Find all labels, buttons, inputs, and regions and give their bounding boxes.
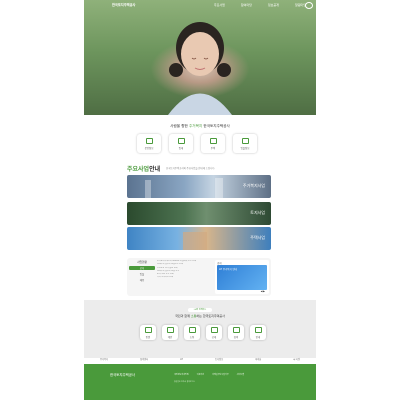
banner-label: 주거복지사업 — [242, 183, 265, 188]
participation-button[interactable]: 공개 — [206, 325, 222, 340]
footer-link[interactable]: 이용약관 — [197, 373, 204, 376]
quick-link-label: 주택 — [210, 146, 216, 150]
info-panel: 사업현황 공지 입찰 채용 한국토지주택공사 2023년 사업계획 공고 안내 … — [127, 258, 271, 296]
partner-logo[interactable]: 토지정보 — [215, 357, 223, 361]
quick-link-button[interactable]: 임대 — [169, 134, 193, 153]
menu-item[interactable]: 참여마당 — [241, 3, 252, 7]
footer: 한국토지주택공사 개인정보처리방침 이용약관 이메일무단수집거부 사이트맵 경상… — [84, 364, 316, 400]
banner-housing[interactable]: 주택사업 — [127, 227, 271, 250]
footer-address: 경상남도 진주시 충의로 19 — [174, 381, 195, 383]
participation-button[interactable]: 소통 — [184, 325, 200, 340]
people-icon — [188, 326, 196, 333]
partner-links: 주거복지 청약센터 LH 토지정보 마이홈 씨:리얼 — [84, 355, 316, 363]
banner-housing-welfare[interactable]: 주거복지사업 — [127, 175, 271, 198]
participation-button[interactable]: 민원 — [140, 325, 156, 340]
right-margin — [316, 0, 400, 400]
partner-logo[interactable]: 마이홈 — [255, 357, 261, 361]
card-image: LH 주거복지 안내 — [217, 265, 267, 290]
banner-label: 토지사업 — [250, 210, 265, 215]
slogan-highlight: 주거복지 — [189, 124, 203, 128]
gavel-icon — [241, 137, 249, 144]
participation-label: 제안 — [167, 335, 173, 339]
footer-link[interactable]: 이메일무단수집거부 — [212, 373, 229, 376]
left-margin — [0, 0, 84, 400]
participation-title: 국민과 함께 소통하는 한국토지주택공사 — [84, 314, 316, 318]
slogan-suffix: 한국토지주택공사 — [203, 124, 230, 128]
info-icon — [254, 326, 262, 333]
partner-logo[interactable]: 청약센터 — [140, 357, 148, 361]
participation-suffix: 하는 한국토지주택공사 — [196, 314, 225, 318]
participation-button[interactable]: 제안 — [162, 325, 178, 340]
participation-label: 참여 — [233, 335, 239, 339]
building-shape — [183, 232, 207, 250]
site-container: 한국토지주택공사 주요사업 참여마당 정보공개 알림마당 사람을 향한 주거복지… — [84, 0, 316, 400]
notice-item[interactable]: 기타 공지사항 안내 — [157, 276, 213, 279]
quick-link-label: 입찰정보 — [240, 146, 250, 150]
quick-link-button[interactable]: 입찰정보 — [233, 134, 257, 153]
folder-icon — [210, 326, 218, 333]
main-menu: 주요사업 참여마당 정보공개 알림마당 — [214, 3, 306, 7]
top-nav: 한국토지주택공사 주요사업 참여마당 정보공개 알림마당 — [84, 0, 316, 9]
business-title-green: 주요사업 — [127, 166, 150, 173]
lightbulb-icon — [166, 326, 174, 333]
footer-link[interactable]: 사이트맵 — [237, 373, 244, 376]
search-icon[interactable] — [305, 2, 313, 9]
pager-arrows[interactable]: ◀ ▶ — [261, 290, 265, 293]
hero-banner: 한국토지주택공사 주요사업 참여마당 정보공개 알림마당 — [84, 0, 316, 115]
participation-label: 공개 — [211, 335, 217, 339]
stats-tabs: 사업현황 공지 입찰 채용 — [129, 260, 155, 294]
participation-label: 안내 — [255, 335, 261, 339]
footer-title: 한국토지주택공사 — [110, 373, 135, 377]
footer-links: 개인정보처리방침 이용약관 이메일무단수집거부 사이트맵 — [174, 373, 244, 376]
participation-section: LH와 함께하는 국민과 함께 소통하는 한국토지주택공사 민원 제안 소통 공… — [84, 300, 316, 358]
building-icon — [209, 137, 217, 144]
participation-button[interactable]: 참여 — [228, 325, 244, 340]
hand-icon — [232, 326, 240, 333]
partner-logo[interactable]: 씨:리얼 — [293, 357, 300, 361]
section-pill: LH와 함께하는 — [188, 308, 212, 312]
quick-link-label: 분양정보 — [144, 146, 154, 150]
document-icon — [145, 137, 153, 144]
slogan-prefix: 사람을 향한 — [170, 124, 188, 128]
participation-prefix: 국민과 함께 — [175, 314, 190, 318]
chat-icon — [144, 326, 152, 333]
participation-buttons: 민원 제안 소통 공개 참여 안내 — [140, 325, 266, 340]
hero-photo — [168, 22, 232, 115]
building-shape — [145, 180, 151, 198]
quick-link-label: 임대 — [178, 146, 184, 150]
banner-label: 주택사업 — [250, 235, 265, 240]
home-icon — [177, 137, 185, 144]
building-shape — [215, 178, 223, 198]
stats-tab[interactable]: 채용 — [129, 278, 155, 282]
site-logo[interactable]: 한국토지주택공사 — [112, 2, 135, 7]
notice-list: 한국토지주택공사 2023년 사업계획 공고 안내 임대주택 입주자 모집공고 … — [157, 260, 213, 294]
stats-header: 사업현황 — [137, 261, 147, 264]
business-subtitle: 한국토지주택공사의 주요사업을 안내해 드립니다. — [166, 167, 216, 170]
banner-land[interactable]: 토지사업 — [127, 202, 271, 225]
quick-links: 분양정보 임대 주택 입찰정보 — [137, 134, 257, 153]
quick-link-button[interactable]: 분양정보 — [137, 134, 161, 153]
quick-link-button[interactable]: 주택 — [201, 134, 225, 153]
stats-tab[interactable]: 입찰 — [129, 272, 155, 276]
participation-button[interactable]: 안내 — [250, 325, 266, 340]
partner-logo[interactable]: 주거복지 — [100, 357, 108, 361]
notice-card[interactable]: 공지 LH 주거복지 안내 ◀ ▶ — [215, 260, 269, 294]
card-text: LH 주거복지 안내 — [219, 268, 237, 271]
page: 한국토지주택공사 주요사업 참여마당 정보공개 알림마당 사람을 향한 주거복지… — [0, 0, 400, 400]
participation-label: 민원 — [145, 335, 151, 339]
menu-item[interactable]: 정보공개 — [268, 3, 279, 7]
partner-logo[interactable]: LH — [180, 358, 183, 361]
footer-link[interactable]: 개인정보처리방침 — [174, 373, 189, 376]
business-title: 주요사업안내 — [127, 164, 160, 173]
participation-label: 소통 — [189, 335, 195, 339]
slogan: 사람을 향한 주거복지 한국토지주택공사 — [84, 124, 316, 129]
menu-item[interactable]: 주요사업 — [214, 3, 225, 7]
business-title-black: 안내 — [149, 166, 161, 173]
stats-tab[interactable]: 공지 — [129, 266, 155, 270]
